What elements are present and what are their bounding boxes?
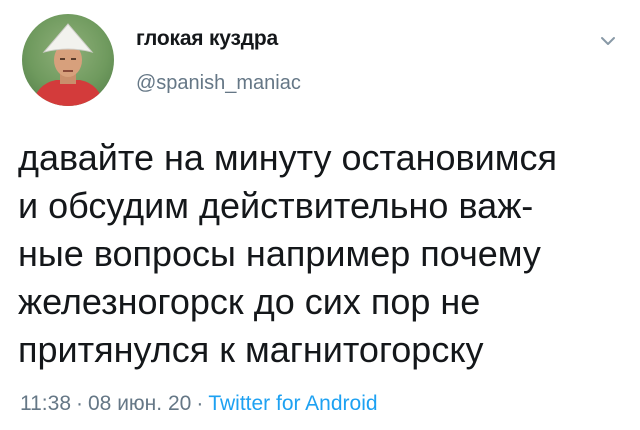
user-handle[interactable]: @spanish_maniac (136, 72, 301, 95)
tweet-card: глокая куздра @spanish_maniac давайте на… (0, 0, 640, 430)
tweet-text-line: давайте на минуту остановимся (18, 137, 558, 178)
tweet-meta: 11:38 · 08 июн. 20 · Twitter for Android (20, 392, 378, 416)
avatar[interactable] (22, 14, 114, 106)
tweet-date[interactable]: 08 июн. 20 (88, 392, 191, 415)
tweet-text-line: железногорск до сих пор не (18, 281, 481, 322)
tweet-text-line: притянулся к магнитогорску (18, 329, 484, 370)
meta-separator: · (196, 392, 204, 415)
tweet-source-link[interactable]: Twitter for Android (208, 392, 377, 415)
tweet-text: давайте на минуту остановимся и обсудим … (18, 134, 628, 374)
meta-separator: · (76, 392, 83, 415)
tweet-time[interactable]: 11:38 (20, 392, 71, 415)
display-name[interactable]: глокая куздра (136, 27, 278, 51)
avatar-image (32, 23, 104, 106)
tweet-text-line: и обсудим действительно важ- (18, 185, 534, 226)
tweet-text-line: ные вопросы например почему (18, 233, 541, 274)
chevron-down-icon[interactable] (597, 30, 619, 52)
